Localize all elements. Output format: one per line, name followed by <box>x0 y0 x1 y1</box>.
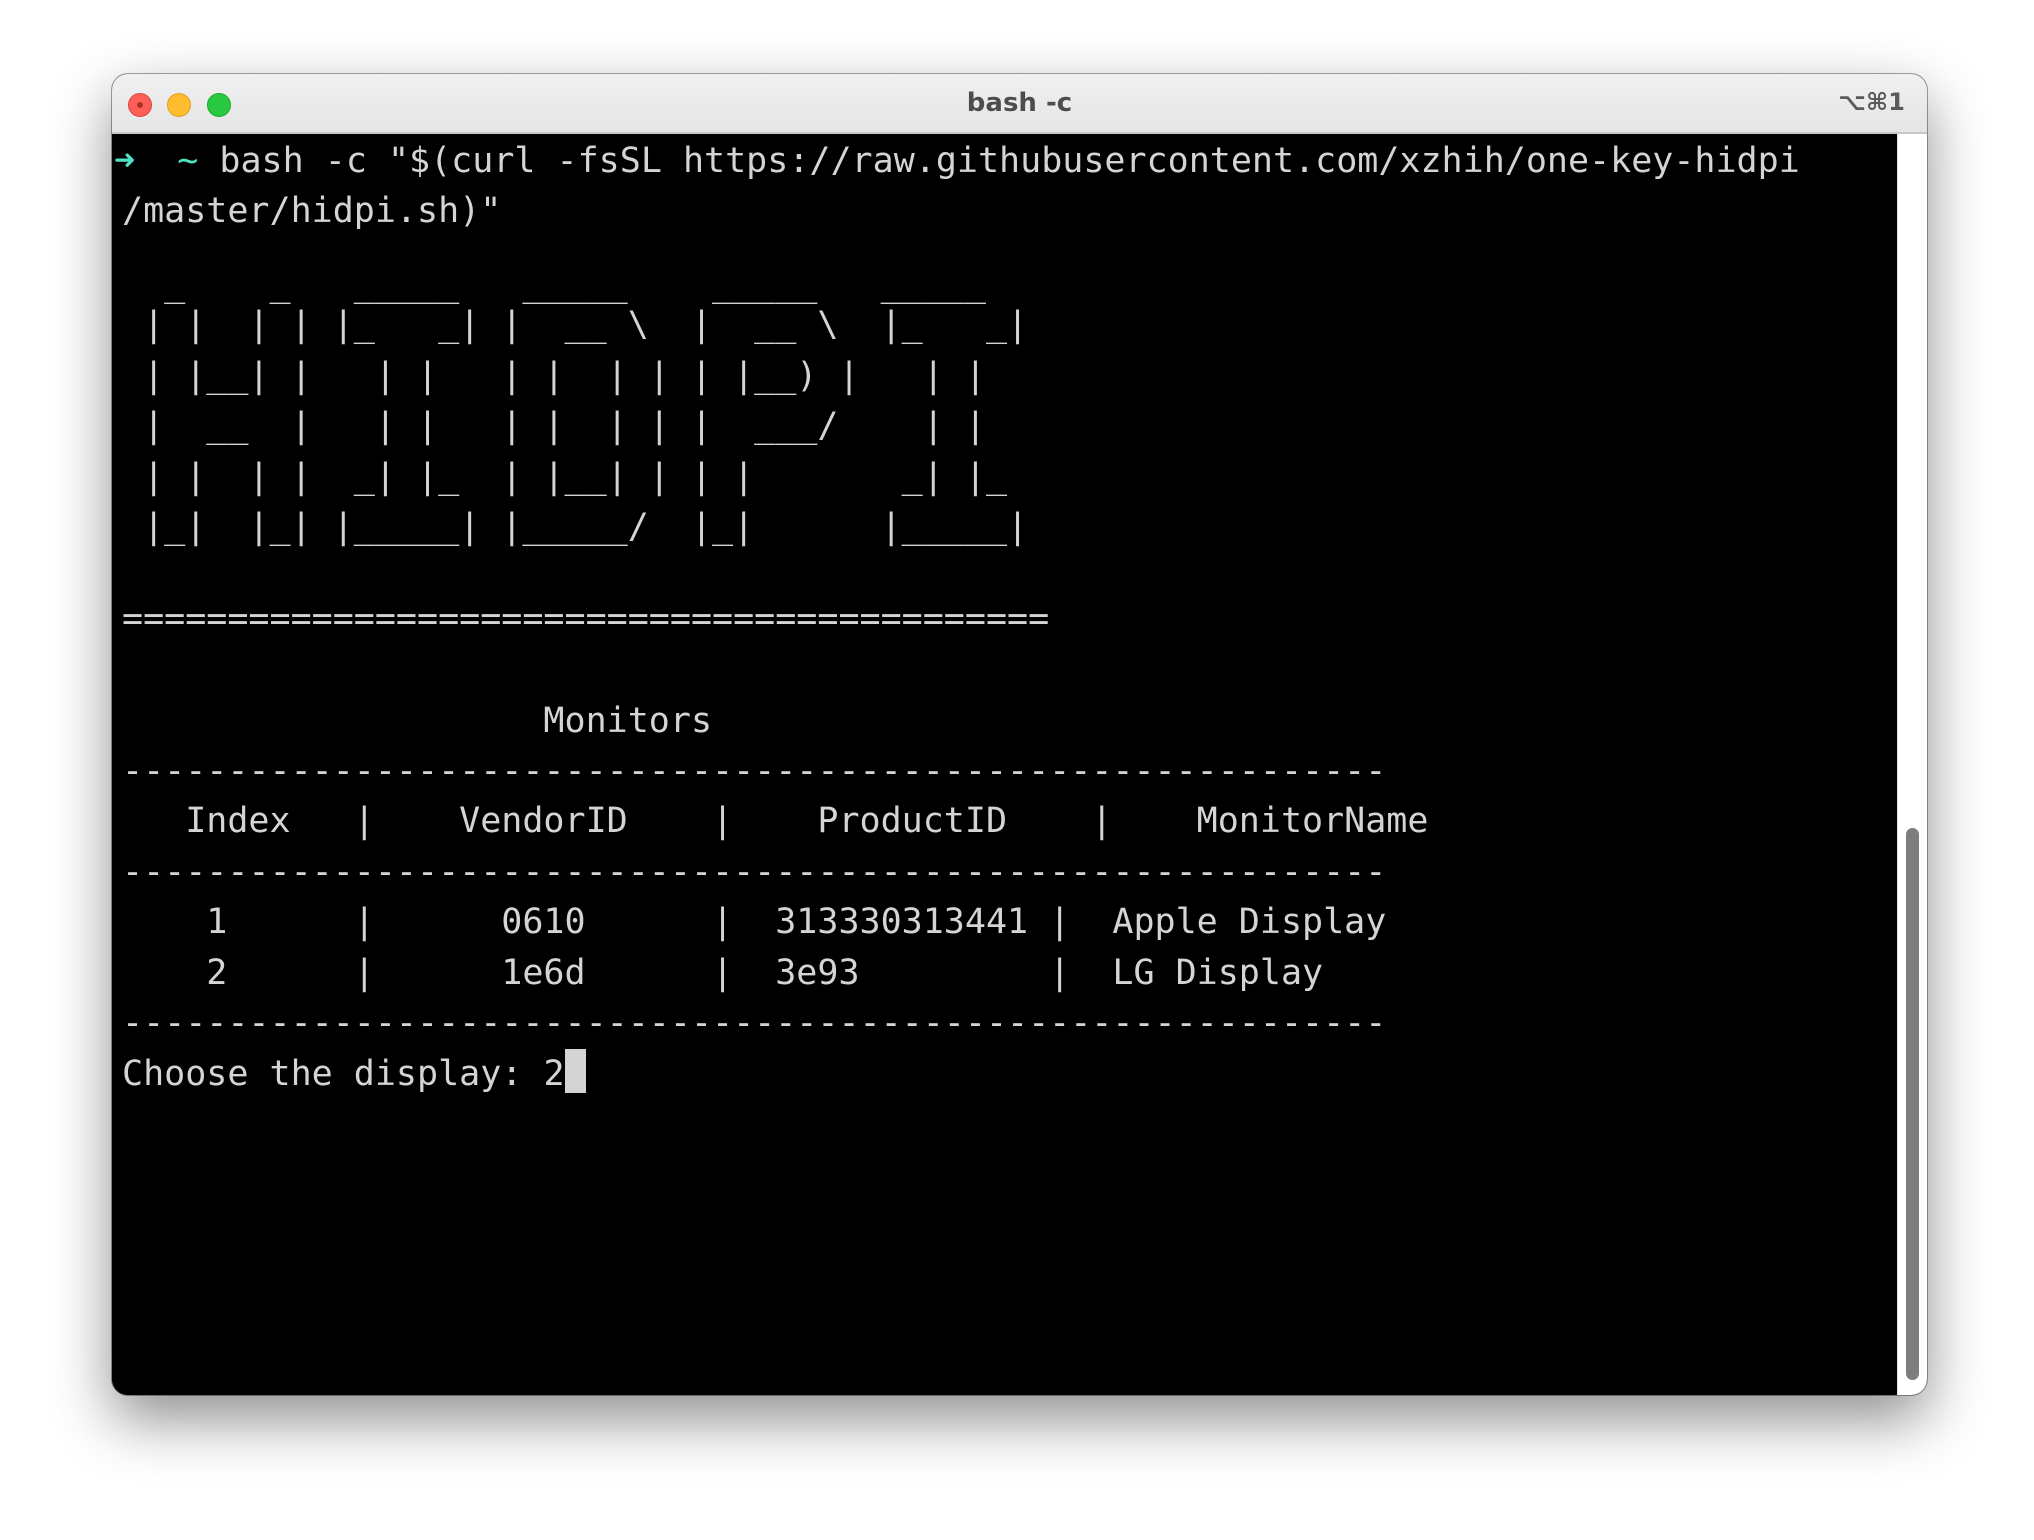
choose-display-input[interactable]: 2 <box>543 1054 564 1094</box>
choose-display-prompt: Choose the display: <box>122 1054 544 1094</box>
window-title: bash -c <box>966 88 1073 118</box>
command-text-line-1: bash -c "$(curl -fsSL https://raw.github… <box>219 141 1800 181</box>
command-text-line-2: /master/hidpi.sh)" <box>122 191 502 231</box>
table-rule-bottom: ----------------------------------------… <box>122 1003 1387 1043</box>
title-bar: bash -c ⌥⌘1 <box>112 74 1927 134</box>
equals-separator: ========================================… <box>122 599 1050 639</box>
monitors-heading: Monitors <box>122 701 713 741</box>
banner-line: |_| |_| |_____| |_____/ |_| |_____| <box>122 507 1029 547</box>
terminal-output[interactable]: ➜ ~ bash -c "$(curl -fsSL https://raw.gi… <box>112 134 1898 1395</box>
window-shortcut-label: ⌥⌘1 <box>1838 88 1905 116</box>
table-header: Index | VendorID | ProductID | MonitorNa… <box>122 801 1429 841</box>
banner-line: | |__| | | | | | | | | |__) | | | <box>122 356 1029 396</box>
table-row: 1 | 0610 | 313330313441 | Apple Display <box>122 902 1387 942</box>
banner-line: | | | | _| |_ | |__| | | | _| |_ <box>122 457 1029 497</box>
terminal-window: bash -c ⌥⌘1 ➜ ~ bash -c "$(curl -fsSL ht… <box>112 74 1927 1395</box>
banner-line: | __ | | | | | | | | ___/ | | <box>122 406 1029 446</box>
prompt-directory: ~ <box>177 141 199 181</box>
table-rule-header: ----------------------------------------… <box>122 852 1387 892</box>
choose-display-line[interactable]: Choose the display: 2 <box>122 1049 586 1099</box>
table-rule-top: ----------------------------------------… <box>122 751 1387 791</box>
text-cursor <box>564 1049 586 1093</box>
banner-line: | | | | |_ _| | __ \ | __ \ |_ _| <box>122 305 1029 345</box>
command-line: ➜ ~ bash -c "$(curl -fsSL https://raw.gi… <box>114 136 1800 186</box>
scrollbar-thumb[interactable] <box>1906 828 1919 1380</box>
prompt-arrow-icon: ➜ <box>114 141 136 181</box>
table-row: 2 | 1e6d | 3e93 | LG Display <box>122 953 1324 993</box>
vertical-scrollbar[interactable] <box>1897 134 1927 1395</box>
